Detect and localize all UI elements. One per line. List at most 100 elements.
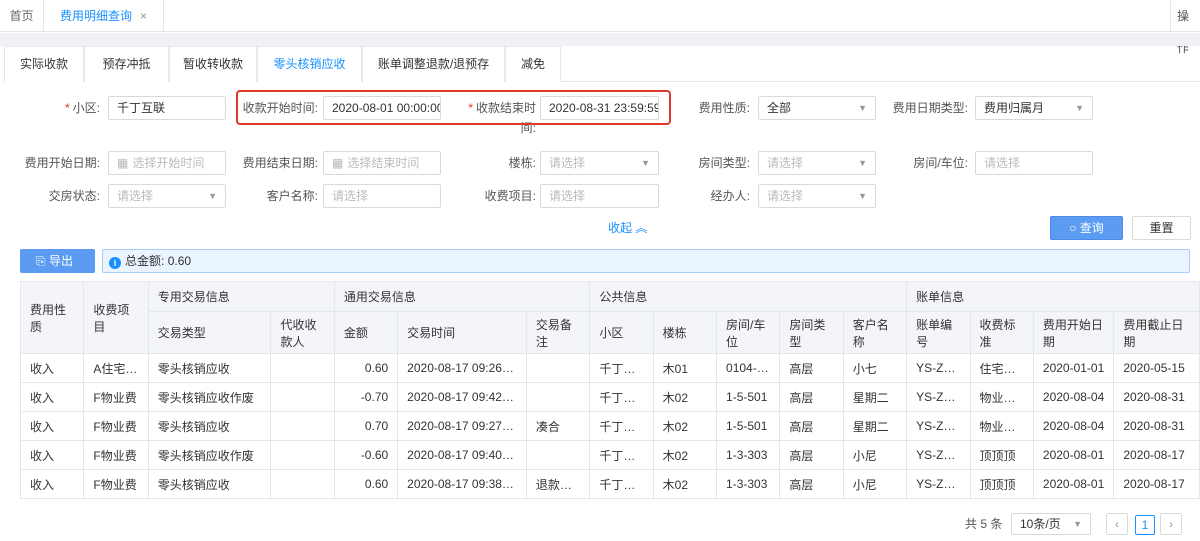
total-amount-value: 0.60	[167, 254, 192, 268]
table-cell: 2020-08-17 09:38:…	[397, 469, 527, 499]
table-cell	[525, 353, 591, 383]
table-cell: 退款…	[525, 469, 591, 499]
community-field[interactable]: 千丁互联	[108, 96, 226, 120]
room-type-select[interactable]: 请选择 ▼	[758, 151, 876, 175]
export-icon: ⎘	[36, 254, 46, 268]
table-cell: 木01	[652, 353, 718, 383]
operator-select[interactable]: 请选择 ▼	[758, 184, 876, 208]
table-cell: 零头核销应收	[147, 469, 272, 499]
prev-page-button[interactable]: ‹	[1106, 513, 1128, 535]
table-cell: 小七	[842, 353, 908, 383]
chevron-up-icon: ︽	[635, 221, 648, 235]
table-cell: -0.70	[333, 382, 399, 412]
customer-field[interactable]: 请选择	[323, 184, 441, 208]
table-cell: 2020-08-17 09:42:…	[397, 382, 527, 412]
table-cell	[270, 382, 335, 412]
tab-home[interactable]: 首页	[0, 0, 44, 32]
table-cell: 凑合	[525, 411, 591, 441]
fee-end-datepicker[interactable]: ▦ 选择结束时间	[323, 151, 441, 175]
table-cell: 物业…	[969, 411, 1034, 441]
column-header: 费用开始日期	[1032, 311, 1115, 354]
close-icon[interactable]: ×	[140, 0, 147, 32]
query-button[interactable]: ○ 查询	[1050, 216, 1123, 240]
table-cell: 千丁…	[589, 411, 654, 441]
table-cell: 木02	[652, 440, 718, 470]
table-cell: 2020-08-31	[1113, 411, 1200, 441]
next-page-button[interactable]: ›	[1160, 513, 1182, 535]
table-cell: 2020-08-17	[1113, 440, 1200, 470]
column-header: 楼栋	[652, 311, 718, 354]
column-header: 代收收款人	[270, 311, 335, 354]
operator-label: 经办人:	[710, 189, 750, 203]
table-cell: 收入	[19, 382, 85, 412]
header-group-public: 公共信息	[589, 281, 908, 312]
table-cell: 2020-05-15	[1113, 353, 1200, 383]
fee-start-label: 费用开始日期:	[24, 156, 100, 170]
table-cell: 高层	[779, 411, 844, 441]
table-cell: 2020-08-31	[1113, 382, 1200, 412]
column-header: 账单编号	[906, 311, 971, 354]
table-cell: YS-ZC…	[906, 469, 971, 499]
table-row[interactable]: 收入 A住宅… 零头核销应收 0.60 2020-08-17 09:26:… 千丁… 木01…	[19, 353, 1200, 383]
tab-bill-adjust-refund[interactable]: 账单调整退款/退预存	[362, 46, 505, 82]
table-row[interactable]: 收入 F物业费 零头核销应收作废 -0.70 2020-08-17 09:42:… 千丁……	[19, 382, 1200, 412]
table-cell: 住宅…	[969, 353, 1034, 383]
building-select[interactable]: 请选择 ▼	[540, 151, 659, 175]
tab-temp-to-receipt[interactable]: 暂收转收款	[169, 46, 257, 82]
tab-actual-receipt[interactable]: 实际收款	[4, 46, 84, 82]
table-row[interactable]: 收入 F物业费 零头核销应收 0.70 2020-08-17 09:27:… 凑合 千丁… 木…	[19, 411, 1200, 441]
reset-button[interactable]: 重置	[1132, 216, 1191, 240]
total-amount-label: 总金额:	[125, 254, 165, 268]
table-cell: 2020-08-04	[1032, 382, 1115, 412]
collapse-toggle[interactable]: 收起 ︽	[608, 219, 647, 236]
calendar-icon: ▦	[332, 156, 344, 170]
table-cell: 零头核销应收作废	[147, 382, 272, 412]
tab-reduction[interactable]: 减免	[505, 46, 561, 82]
table-cell: 物业…	[969, 382, 1034, 412]
header-charge-item: 收费项目	[83, 281, 149, 354]
chevron-down-icon: ▼	[858, 158, 867, 168]
table-cell: 高层	[779, 440, 844, 470]
fee-start-datepicker[interactable]: ▦ 选择开始时间	[108, 151, 226, 175]
operations-menu[interactable]: 操作	[1170, 0, 1200, 55]
export-button[interactable]: ⎘ 导出	[20, 249, 95, 273]
table-cell: 1-5-501	[716, 382, 781, 412]
room-field[interactable]: 请选择	[975, 151, 1093, 175]
chevron-down-icon: ▼	[858, 191, 867, 201]
pagination-total: 共 5 条	[965, 517, 1003, 531]
table-row[interactable]: 收入 F物业费 零头核销应收作废 -0.60 2020-08-17 09:40:… 千丁……	[19, 440, 1200, 470]
item-field[interactable]: 请选择	[540, 184, 659, 208]
table-cell	[525, 382, 591, 412]
community-label: * 小区:	[64, 101, 100, 115]
table-cell: -0.60	[333, 440, 399, 470]
table-cell: 千丁…	[589, 440, 654, 470]
table-cell: 顶顶顶	[969, 440, 1034, 470]
table-cell	[270, 469, 335, 499]
table-cell: 木02	[652, 382, 718, 412]
tab-fee-detail-query[interactable]: 费用明细查询 ×	[44, 0, 164, 32]
table-cell	[270, 353, 335, 383]
table-cell: 小尼	[842, 469, 908, 499]
table-cell: 2020-08-17 09:40:…	[397, 440, 527, 470]
page-tab-bar: 首页 费用明细查询 × 操作	[0, 0, 1200, 55]
handover-select[interactable]: 请选择 ▼	[108, 184, 226, 208]
table-cell: 千丁…	[589, 382, 654, 412]
fee-date-type-select[interactable]: 费用归属月 ▼	[975, 96, 1093, 120]
table-cell: F物业费	[83, 411, 149, 441]
column-header: 交易类型	[147, 311, 272, 354]
fee-nature-select[interactable]: 全部 ▼	[758, 96, 876, 120]
tab-prepay-offset[interactable]: 预存冲抵	[84, 46, 169, 82]
sub-tab-bar: 实际收款 预存冲抵 暂收转收款 零头核销应收 账单调整退款/退预存 减免	[4, 46, 1200, 82]
tab-odd-writeoff[interactable]: 零头核销应收	[257, 46, 362, 82]
current-page-button[interactable]: 1	[1135, 515, 1155, 535]
table-row[interactable]: 收入 F物业费 零头核销应收 0.60 2020-08-17 09:38:… 退款… 千丁……	[19, 469, 1200, 499]
table-cell: 收入	[19, 353, 85, 383]
info-icon: i	[109, 257, 121, 269]
table-cell: 零头核销应收作废	[147, 440, 272, 470]
fee-end-label: 费用结束日期:	[242, 156, 318, 170]
column-header: 房间类型	[779, 311, 844, 354]
table-cell: 2020-08-17	[1113, 469, 1200, 499]
page-size-select[interactable]: 10条/页 ▼	[1011, 513, 1091, 535]
table-cell	[270, 411, 335, 441]
chevron-down-icon: ▼	[1073, 519, 1082, 529]
